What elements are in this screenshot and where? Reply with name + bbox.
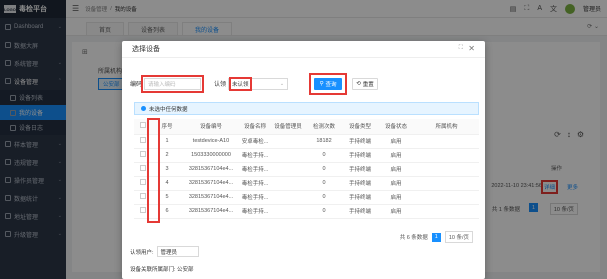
- table-cell: 毒检手持...: [240, 176, 270, 191]
- table-cell: [270, 176, 306, 191]
- modal-header: 选择设备: [122, 41, 485, 58]
- table-cell: 启用: [378, 190, 414, 205]
- table-cell: testdevice-A10: [182, 134, 240, 149]
- column-header: 设备名称: [240, 119, 270, 135]
- status-select[interactable]: 未认领 ⌄: [228, 76, 289, 91]
- table-cell: 手持终端: [342, 204, 378, 219]
- modal-pagination: 共 6 条数据 1 10 条/页: [400, 231, 473, 243]
- table-row[interactable]: 4 32815367104e4... 毒检手持... 0 手持终端 启用: [134, 176, 479, 191]
- table-cell: 启用: [378, 204, 414, 219]
- row-checkbox[interactable]: [140, 151, 146, 157]
- selection-alert-text: 未选中任何数据: [149, 106, 188, 113]
- page-button[interactable]: 1: [431, 232, 441, 242]
- select-device-modal: 选择设备 ⛶ ✕ 编码 请输入编码 认领 未认领 ⌄ ⚲ 查询 ⟲ 重置 未选中…: [122, 41, 485, 279]
- table-cell: [414, 134, 479, 149]
- reset-icon: ⟲: [356, 81, 361, 87]
- device-table: 序号 设备编号 设备名称 设备管理员 检测次数 设备类型 设备状态 所属机构 1…: [134, 119, 479, 219]
- table-cell: 毒检手持...: [240, 204, 270, 219]
- reset-button-label: 重置: [362, 82, 374, 88]
- search-icon: ⚲: [319, 81, 324, 87]
- table-cell: 32815367104e4...: [182, 190, 240, 205]
- table-cell: 1503330000000: [182, 148, 240, 163]
- table-cell: 0: [306, 162, 342, 177]
- table-cell: [414, 148, 479, 163]
- code-label: 编码: [130, 82, 143, 88]
- table-row[interactable]: 5 32815367104e4... 毒检手持... 0 手持终端 启用: [134, 190, 479, 205]
- table-cell: [414, 190, 479, 205]
- table-cell: [414, 204, 479, 219]
- table-cell: 启用: [378, 148, 414, 163]
- table-cell: 毒检手持...: [240, 162, 270, 177]
- table-cell: [270, 162, 306, 177]
- row-checkbox[interactable]: [140, 179, 146, 185]
- table-cell: [270, 190, 306, 205]
- table-cell: 0: [306, 148, 342, 163]
- department-text: 设备关联所属部门: 公安部: [130, 267, 194, 273]
- select-all-checkbox[interactable]: [140, 122, 146, 129]
- table-cell: 32815367104e4...: [182, 204, 240, 219]
- page-size-select[interactable]: 10 条/页: [444, 231, 473, 243]
- maximize-icon[interactable]: ⛶: [459, 45, 463, 52]
- table-cell: [414, 162, 479, 177]
- modal-title: 选择设备: [132, 46, 160, 53]
- table-cell: 手持终端: [342, 162, 378, 177]
- table-cell: [270, 204, 306, 219]
- column-header: 设备状态: [378, 119, 414, 135]
- table-cell: [270, 134, 306, 149]
- table-cell: 0: [306, 176, 342, 191]
- table-body: 1 testdevice-A10 安卓毒检... 18182 手持终端 启用 2 150333…: [134, 134, 479, 219]
- column-header: 设备管理员: [270, 119, 306, 135]
- table-cell: 毒检手持...: [240, 148, 270, 163]
- table-cell: [270, 148, 306, 163]
- filter-row: 编码 请输入编码 认领 未认领 ⌄: [130, 74, 289, 93]
- table-cell: 手持终端: [342, 134, 378, 149]
- total-count: 共 6 条数据: [399, 235, 428, 241]
- table-cell: 手持终端: [342, 190, 378, 205]
- reset-button[interactable]: ⟲ 重置: [352, 78, 378, 90]
- column-header: 设备类型: [342, 119, 378, 135]
- table-cell: 毒检手持...: [240, 190, 270, 205]
- table-cell: 32815367104e4...: [182, 162, 240, 177]
- claim-user-row: 认领用户: 管理员: [130, 246, 199, 257]
- table-cell: 32815367104e4...: [182, 176, 240, 191]
- checkbox-column-highlight: [147, 118, 160, 223]
- row-checkbox[interactable]: [140, 193, 146, 199]
- table-cell: 手持终端: [342, 176, 378, 191]
- table-header-row: 序号 设备编号 设备名称 设备管理员 检测次数 设备类型 设备状态 所属机构: [134, 119, 479, 135]
- table-cell: 启用: [378, 176, 414, 191]
- row-checkbox[interactable]: [140, 137, 146, 143]
- table-cell: 安卓毒检...: [240, 134, 270, 149]
- table-row[interactable]: 3 32815367104e4... 毒检手持... 0 手持终端 启用: [134, 162, 479, 177]
- table-cell: 0: [306, 190, 342, 205]
- code-input[interactable]: 请输入编码: [141, 74, 205, 93]
- search-button[interactable]: ⚲ 查询: [314, 78, 342, 90]
- chevron-down-icon: ⌄: [279, 80, 285, 87]
- status-select-value: 未认领: [229, 76, 252, 91]
- table-cell: 启用: [378, 134, 414, 149]
- row-checkbox[interactable]: [140, 165, 146, 171]
- column-header: 设备编号: [182, 119, 240, 135]
- selection-alert: 未选中任何数据: [134, 102, 479, 115]
- table-row[interactable]: 1 testdevice-A10 安卓毒检... 18182 手持终端 启用: [134, 134, 479, 149]
- table-row[interactable]: 6 32815367104e4... 毒检手持... 0 手持终端 启用: [134, 204, 479, 219]
- column-header: 所属机构: [414, 119, 479, 135]
- table-row[interactable]: 2 1503330000000 毒检手持... 0 手持终端 启用: [134, 148, 479, 163]
- status-label: 认领: [214, 82, 227, 88]
- table-cell: 手持终端: [342, 148, 378, 163]
- table-cell: 18182: [306, 134, 342, 149]
- claim-user-field[interactable]: 管理员: [156, 246, 199, 257]
- claim-user-label: 认领用户:: [130, 249, 154, 256]
- search-button-label: 查询: [325, 82, 337, 88]
- table-cell: 启用: [378, 162, 414, 177]
- close-icon[interactable]: ✕: [468, 44, 475, 53]
- info-icon: [141, 106, 146, 111]
- table-cell: [414, 176, 479, 191]
- column-header: 检测次数: [306, 119, 342, 135]
- row-checkbox[interactable]: [140, 207, 146, 213]
- table-cell: 0: [306, 204, 342, 219]
